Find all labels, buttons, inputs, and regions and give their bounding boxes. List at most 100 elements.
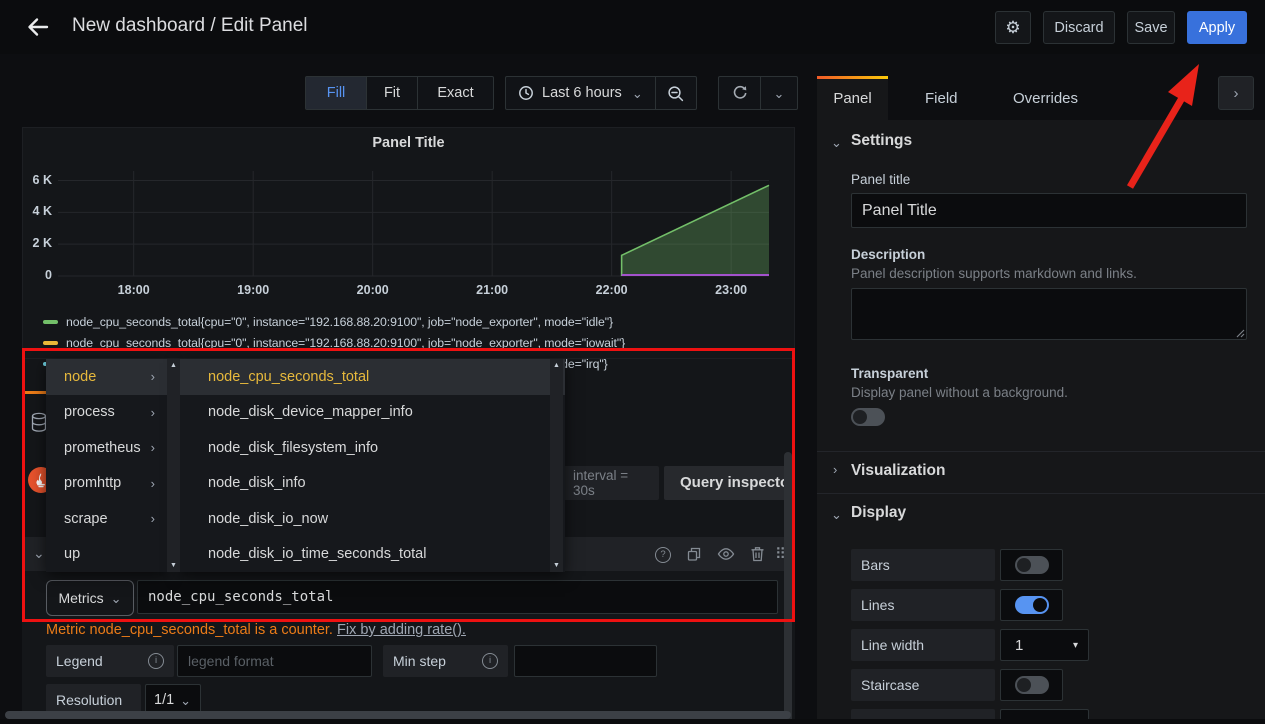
counter-warning: Metric node_cpu_seconds_total is a count…	[46, 622, 466, 638]
y-tick-label: 4 K	[25, 204, 52, 218]
line-width-select[interactable]: 1▾	[1000, 629, 1089, 661]
metric-category-item[interactable]: process›	[46, 395, 167, 431]
delete-query-trash-icon[interactable]	[750, 546, 765, 562]
toggle-container	[1000, 669, 1063, 701]
display-row-label: Lines	[851, 589, 995, 621]
category-label: process	[64, 404, 115, 420]
metric-category-item[interactable]: up	[46, 537, 167, 573]
min-step-input[interactable]	[514, 645, 657, 677]
resize-handle-icon[interactable]	[1236, 329, 1245, 338]
chevron-down-icon: ⌄	[774, 87, 785, 100]
panel-title-label: Panel title	[851, 172, 910, 187]
apply-button[interactable]: Apply	[1187, 11, 1247, 44]
toggle-container	[1000, 549, 1063, 581]
promql-query-input[interactable]	[137, 580, 778, 614]
transparent-label: Transparent	[851, 366, 928, 381]
legend-item[interactable]: node_cpu_seconds_total{cpu="0", instance…	[43, 332, 783, 353]
bars-toggle[interactable]	[1015, 556, 1049, 574]
chevron-down-icon: ⌄	[180, 694, 191, 707]
legend-format-label: Legend i	[46, 645, 174, 677]
panel-size-mode-group: Fill Fit Exact	[305, 76, 494, 110]
legend-format-input[interactable]	[177, 645, 372, 677]
legend-item[interactable]: node_cpu_seconds_total{cpu="0", instance…	[43, 311, 783, 332]
metric-item[interactable]: node_disk_io_now	[180, 501, 565, 537]
metric-item[interactable]: node_disk_filesystem_info	[180, 430, 565, 466]
tab-field[interactable]: Field	[925, 76, 958, 120]
back-arrow-icon[interactable]	[26, 15, 50, 39]
section-divider	[817, 451, 1265, 452]
fit-mode-button[interactable]: Fit	[367, 77, 418, 109]
transparent-toggle[interactable]	[851, 408, 885, 426]
refresh-button[interactable]	[719, 77, 761, 109]
vertical-scrollbar[interactable]	[784, 452, 792, 724]
horizontal-scrollbar[interactable]	[5, 711, 791, 719]
fix-rate-link[interactable]: Fix by adding rate().	[337, 622, 466, 638]
metric-item[interactable]: node_disk_device_mapper_info	[180, 395, 565, 431]
x-tick-label: 22:00	[590, 283, 634, 297]
settings-section-header[interactable]: Settings	[851, 132, 912, 150]
min-step-label: Min step i	[383, 645, 508, 677]
exact-mode-button[interactable]: Exact	[418, 77, 493, 109]
submenu-chevron-right-icon: ›	[151, 369, 155, 384]
chevron-down-icon: ⌄	[33, 546, 45, 560]
legend-swatch	[43, 341, 58, 345]
toggle-knob	[1017, 558, 1031, 572]
category-menu-scrollbar[interactable]: ▲ ▼	[167, 359, 180, 572]
scroll-down-icon[interactable]: ▼	[553, 559, 560, 572]
tab-panel[interactable]: Panel	[817, 76, 888, 120]
metric-category-item[interactable]: prometheus›	[46, 430, 167, 466]
lines-toggle[interactable]	[1015, 596, 1049, 614]
visualization-section-header[interactable]: Visualization	[851, 462, 945, 480]
dashboard-settings-button[interactable]: ⚙	[995, 11, 1031, 44]
fill-mode-button[interactable]: Fill	[306, 77, 367, 109]
display-section-header[interactable]: Display	[851, 504, 906, 522]
page-title: New dashboard / Edit Panel	[72, 15, 308, 37]
staircase-toggle[interactable]	[1015, 676, 1049, 694]
category-label: up	[64, 546, 80, 562]
scroll-down-icon[interactable]: ▼	[170, 559, 177, 572]
refresh-group: ⌄	[718, 76, 798, 110]
zoom-out-time-button[interactable]	[656, 77, 696, 109]
collapse-pane-button[interactable]: ›	[1218, 76, 1254, 110]
metric-category-item[interactable]: promhttp›	[46, 466, 167, 502]
chevron-right-icon: ›	[833, 463, 837, 476]
metric-item[interactable]: node_disk_info	[180, 466, 565, 502]
metric-category-item[interactable]: node ›	[46, 359, 167, 395]
panel-preview: Panel Title 02 K4 K6 K 18:0019:0020:0021…	[22, 127, 795, 359]
panel-title-input[interactable]	[851, 193, 1247, 228]
category-label: prometheus	[64, 440, 141, 456]
x-tick-label: 19:00	[231, 283, 275, 297]
description-label: Description	[851, 247, 925, 262]
discard-button[interactable]: Discard	[1043, 11, 1115, 44]
time-range-button[interactable]: Last 6 hours ⌄	[506, 77, 656, 109]
duplicate-query-icon[interactable]	[686, 546, 702, 562]
metric-menu-scrollbar[interactable]: ▲ ▼	[550, 359, 563, 572]
metric-category-menu: node›process›prometheus›promhttp›scrape›…	[46, 359, 167, 572]
category-label: node	[64, 369, 96, 385]
info-icon[interactable]: i	[482, 653, 498, 669]
metrics-dropdown-button[interactable]: Metrics ⌄	[46, 580, 134, 616]
toggle-visibility-eye-icon[interactable]	[717, 547, 735, 561]
scroll-up-icon[interactable]: ▲	[553, 359, 560, 372]
warning-text: Metric node_cpu_seconds_total is a count…	[46, 622, 333, 638]
tab-overrides[interactable]: Overrides	[1013, 76, 1078, 120]
time-range-label: Last 6 hours	[542, 85, 622, 101]
legend-label: node_cpu_seconds_total{cpu="0", instance…	[66, 315, 613, 329]
refresh-interval-dropdown[interactable]: ⌄	[761, 77, 797, 109]
description-textarea[interactable]	[851, 288, 1247, 340]
help-icon[interactable]: ?	[655, 547, 671, 563]
scroll-up-icon[interactable]: ▲	[170, 359, 177, 372]
clock-icon	[518, 85, 534, 101]
metric-item[interactable]: node_disk_io_time_seconds_total	[180, 537, 565, 573]
active-tab-accent	[817, 76, 888, 79]
submenu-chevron-right-icon: ›	[151, 476, 155, 491]
chevron-down-icon: ⌄	[632, 87, 643, 100]
y-tick-label: 0	[25, 268, 52, 282]
query-inspector-button[interactable]: Query inspector	[664, 466, 788, 500]
info-icon[interactable]: i	[148, 653, 164, 669]
submenu-chevron-right-icon: ›	[151, 511, 155, 526]
toggle-container	[1000, 589, 1063, 621]
metric-category-item[interactable]: scrape›	[46, 501, 167, 537]
save-button[interactable]: Save	[1127, 11, 1175, 44]
metric-item[interactable]: node_cpu_seconds_total	[180, 359, 565, 395]
